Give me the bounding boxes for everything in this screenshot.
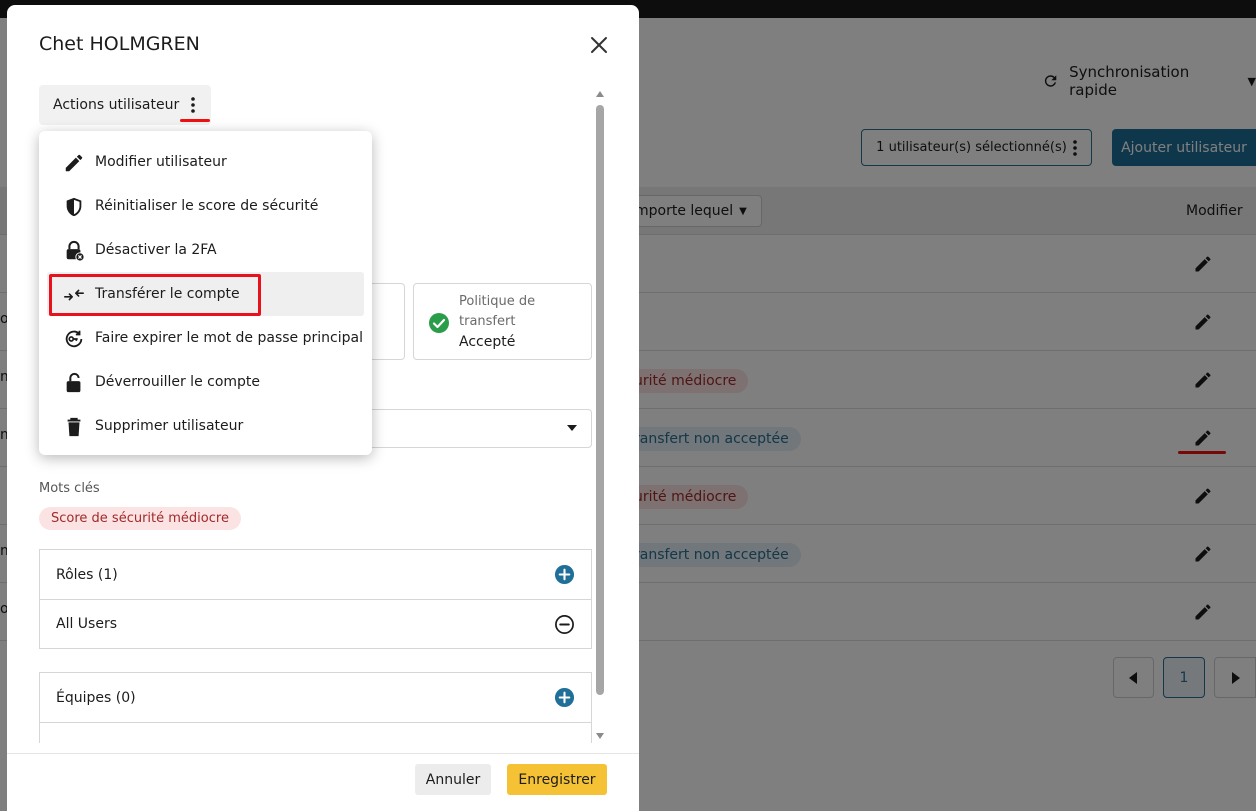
menu-item-transfer-account[interactable]: Transférer le compte — [47, 272, 364, 316]
scroll-thumb[interactable] — [596, 105, 604, 695]
menu-item-label: Réinitialiser le score de sécurité — [95, 198, 319, 214]
keyword-tag: Score de sécurité médiocre — [39, 507, 241, 530]
scroll-down-icon[interactable] — [596, 733, 604, 739]
key-reset-icon — [65, 330, 83, 348]
role-item: All Users — [40, 599, 591, 648]
close-icon[interactable] — [589, 35, 609, 55]
scroll-up-icon[interactable] — [596, 91, 604, 97]
save-button[interactable]: Enregistrer — [507, 764, 607, 795]
kebab-icon — [191, 97, 195, 113]
teams-header: Équipes (0) — [40, 673, 591, 722]
menu-item-disable-2fa[interactable]: Désactiver la 2FA — [39, 228, 372, 272]
annotation-underline — [180, 119, 210, 122]
menu-item-delete-user[interactable]: Supprimer utilisateur — [39, 404, 372, 448]
roles-accordion: Rôles (1) All Users — [39, 549, 592, 649]
menu-item-label: Faire expirer le mot de passe principal — [95, 330, 363, 346]
user-actions-menu: Modifier utilisateur Réinitialiser le sc… — [39, 131, 372, 455]
modal-footer: Annuler Enregistrer — [7, 753, 639, 811]
menu-item-label: Modifier utilisateur — [95, 154, 227, 170]
check-circle-icon — [429, 313, 449, 333]
add-circle-icon[interactable] — [554, 687, 575, 708]
scrollbar[interactable] — [593, 87, 607, 743]
modal-title: Chet HOLMGREN — [39, 33, 200, 55]
teams-accordion: Équipes (0) — [39, 672, 592, 743]
cancel-label: Annuler — [425, 771, 481, 788]
unlock-icon — [66, 372, 81, 393]
roles-header-label: Rôles (1) — [56, 566, 118, 583]
add-circle-icon[interactable] — [554, 564, 575, 585]
menu-item-expire-master-password[interactable]: Faire expirer le mot de passe principal — [39, 316, 372, 360]
menu-item-edit-user[interactable]: Modifier utilisateur — [39, 140, 372, 184]
team-item — [40, 722, 591, 743]
trash-icon — [67, 417, 81, 437]
policy-label: Politique de transfert — [459, 294, 536, 329]
menu-item-label: Supprimer utilisateur — [95, 418, 244, 434]
remove-circle-icon[interactable] — [554, 614, 575, 635]
caret-down-icon — [567, 425, 577, 431]
keywords-label: Mots clés — [39, 481, 100, 496]
user-actions-label: Actions utilisateur — [53, 97, 180, 113]
save-label: Enregistrer — [518, 771, 596, 788]
policy-value: Accepté — [459, 334, 516, 350]
transfer-policy-card: Politique de transfert Accepté — [413, 283, 592, 360]
menu-item-reset-security-score[interactable]: Réinitialiser le score de sécurité — [39, 184, 372, 228]
cancel-button[interactable]: Annuler — [415, 764, 491, 795]
pencil-icon — [65, 154, 83, 172]
menu-item-label: Transférer le compte — [95, 286, 240, 302]
menu-item-unlock-account[interactable]: Déverrouiller le compte — [39, 360, 372, 404]
menu-item-label: Déverrouiller le compte — [95, 374, 261, 390]
transfer-icon — [64, 289, 84, 301]
roles-header: Rôles (1) — [40, 550, 591, 599]
lock-x-icon — [66, 240, 85, 262]
teams-header-label: Équipes (0) — [56, 689, 136, 706]
menu-item-label: Désactiver la 2FA — [95, 242, 217, 258]
role-label: All Users — [56, 616, 118, 632]
shield-icon — [66, 197, 82, 217]
